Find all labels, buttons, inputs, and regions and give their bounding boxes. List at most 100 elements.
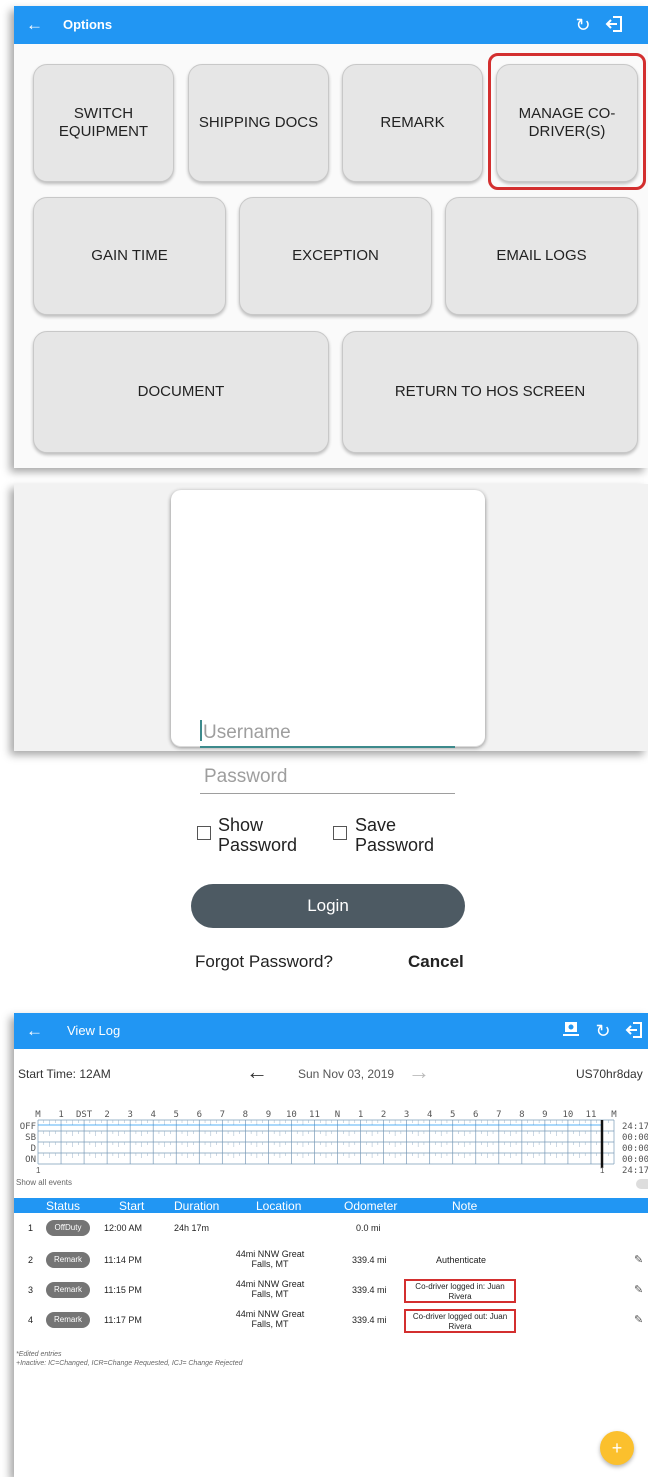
options-screen: ← Options ↻ SWITCH EQUIPMENT SHIPPING DO… [14,6,648,468]
col-note: Note [452,1199,478,1213]
options-title: Options [63,17,113,32]
forgot-password-link[interactable]: Forgot Password? [195,952,333,972]
row-number: 4 [28,1315,34,1325]
show-all-events-label[interactable]: Show all events [16,1178,72,1187]
grid-status-label: SB [25,1133,36,1143]
row-start: 11:15 PM [104,1285,142,1295]
switch-equipment-button[interactable]: SWITCH EQUIPMENT [33,64,174,182]
events-table-header: Status Start Duration Location Odometer … [14,1198,648,1213]
row-number: 3 [28,1285,34,1295]
certify-icon[interactable] [560,1020,582,1042]
save-password-label: Save Password [355,815,435,855]
username-placeholder: Username [203,722,291,743]
grid-hour-label: 1 [58,1110,63,1120]
login-content [171,490,485,746]
arrow-left-icon[interactable]: ← [26,15,46,35]
password-input[interactable]: Password [200,762,455,794]
show-password-label: Show Password [218,815,298,855]
grid-hour-label: 11 [309,1110,320,1120]
table-row[interactable]: 3 Remark 11:15 PM 44mi NNW Great Falls, … [14,1279,648,1305]
row-duration: 24h 17m [174,1223,210,1233]
grid-hour-label: 4 [150,1110,155,1120]
edit-pencil-icon[interactable]: ✎ [634,1253,643,1266]
table-row[interactable]: 2 Remark 11:14 PM 44mi NNW Great Falls, … [14,1249,648,1275]
gain-time-button[interactable]: GAIN TIME [33,197,226,315]
start-time-label: Start Time: 12AM [18,1067,111,1081]
grid-hour-label: 8 [243,1110,248,1120]
grid-status-label: ON [25,1155,36,1165]
table-row[interactable]: 1 OffDuty 12:00 AM 24h 17m 0.0 mi [14,1219,648,1245]
row-start: 11:17 PM [104,1315,142,1325]
row-note: Authenticate [436,1255,487,1265]
grid-hour-label: 3 [127,1110,132,1120]
grid-hour-label: 9 [266,1110,271,1120]
arrow-left-icon[interactable]: ← [26,1021,46,1041]
status-badge: Remark [46,1282,90,1298]
grid-status-label: D [31,1144,36,1154]
row-odometer: 0.0 mi [356,1223,381,1233]
grid-hour-label: 7 [220,1110,225,1120]
status-badge: Remark [46,1252,90,1268]
add-fab-button[interactable]: + [600,1431,634,1465]
col-start: Start [119,1199,145,1213]
refresh-icon[interactable]: ↻ [572,14,594,36]
grid-footer-left: 1 [36,1166,41,1175]
row-number: 1 [28,1223,34,1233]
logout-icon[interactable] [604,14,626,36]
exception-button[interactable]: EXCEPTION [239,197,432,315]
save-password-checkbox[interactable] [333,826,347,840]
grid-hour-label: 2 [104,1110,109,1120]
shipping-docs-button[interactable]: SHIPPING DOCS [188,64,329,182]
grid-hour-label: 7 [496,1110,501,1120]
login-button[interactable]: Login [191,884,465,928]
show-all-events-toggle[interactable] [636,1179,648,1189]
grid-status-label: OFF [20,1122,36,1132]
row-location: 44mi NNW Great Falls, MT [235,1279,305,1299]
grid-hour-label: 5 [450,1110,455,1120]
row-location: 44mi NNW Great Falls, MT [235,1309,305,1329]
show-password-checkbox[interactable] [197,826,211,840]
col-status: Status [46,1199,81,1213]
edit-pencil-icon[interactable]: ✎ [634,1313,643,1326]
view-log-app-bar: ← View Log ↻ [14,1013,648,1049]
refresh-icon[interactable]: ↻ [592,1020,614,1042]
log-date: Sun Nov 03, 2019 [298,1067,395,1081]
username-input[interactable]: Username [200,716,455,748]
col-odometer: Odometer [344,1199,398,1213]
view-log-screen: ← View Log ↻ Start Time: 12AM ← Sun Nov … [14,1013,648,1477]
status-badge: OffDuty [46,1220,90,1236]
grid-hour-label: 10 [562,1110,573,1120]
table-row[interactable]: 4 Remark 11:17 PM 44mi NNW Great Falls, … [14,1309,648,1335]
grid-hour-label: 11 [586,1110,597,1120]
grid-total: 24:17 [622,1122,648,1132]
grid-hour-label: M [611,1110,617,1120]
grid-hour-label: 5 [174,1110,179,1120]
row-note-highlighted: Co-driver logged out: Juan Rivera [404,1309,516,1333]
row-number: 2 [28,1255,34,1265]
return-hos-button[interactable]: RETURN TO HOS SCREEN [342,331,638,453]
view-log-title: View Log [67,1023,121,1038]
options-app-bar: ← Options ↻ [14,6,648,44]
grid-hour-label: 10 [286,1110,297,1120]
remark-button[interactable]: REMARK [342,64,483,182]
document-button[interactable]: DOCUMENT [33,331,329,453]
row-start: 11:14 PM [104,1255,142,1265]
ruleset-label: US70hr8day [576,1067,643,1081]
grid-footer-right: 1 [600,1166,605,1175]
cancel-button[interactable]: Cancel [408,952,464,972]
logout-icon[interactable] [624,1020,646,1042]
col-duration: Duration [174,1199,220,1213]
grid-hour-label: 6 [473,1110,478,1120]
status-badge: Remark [46,1312,90,1328]
grid-hour-label: 6 [197,1110,202,1120]
row-note-highlighted: Co-driver logged in: Juan Rivera [404,1279,516,1303]
password-placeholder: Password [204,766,288,787]
row-odometer: 339.4 mi [352,1255,387,1265]
row-odometer: 339.4 mi [352,1285,387,1295]
edit-pencil-icon[interactable]: ✎ [634,1283,643,1296]
prev-day-arrow-icon[interactable]: ← [246,1059,268,1085]
email-logs-button[interactable]: EMAIL LOGS [445,197,638,315]
manage-codrivers-highlight [488,53,646,190]
grid-hour-label: M [35,1110,41,1120]
footnote-edited: *Edited entries [16,1351,62,1358]
